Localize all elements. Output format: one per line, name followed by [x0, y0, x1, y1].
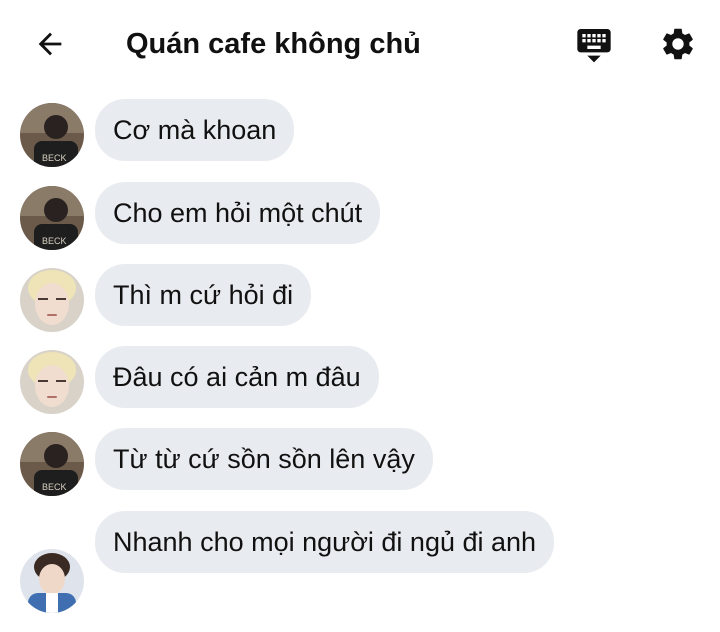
gear-icon — [663, 28, 693, 60]
keyboard-icon — [577, 29, 611, 63]
keyboard-button[interactable] — [570, 22, 618, 66]
message-bubble[interactable]: Cho em hỏi một chút — [95, 182, 381, 244]
message-row: BECK Từ từ cứ sồn sồn lên vậy — [0, 428, 720, 496]
arrow-left-icon — [38, 32, 62, 56]
avatar[interactable] — [20, 268, 84, 332]
message-bubble[interactable]: Thì m cứ hỏi đi — [95, 264, 312, 326]
svg-text:BECK: BECK — [42, 482, 67, 492]
message-row: BECK Cho em hỏi một chút — [0, 182, 720, 250]
avatar[interactable]: BECK — [20, 432, 84, 496]
svg-text:BECK: BECK — [42, 153, 67, 163]
settings-button[interactable] — [654, 22, 702, 66]
avatar[interactable]: BECK — [20, 103, 84, 167]
avatar[interactable] — [20, 549, 84, 613]
message-row: Nhanh cho mọi người đi ngủ đi anh — [0, 511, 720, 613]
message-bubble[interactable]: Nhanh cho mọi người đi ngủ đi anh — [95, 511, 555, 573]
message-bubble[interactable]: Đâu có ai cản m đâu — [95, 346, 379, 408]
message-bubble[interactable]: Cơ mà khoan — [95, 99, 295, 161]
avatar[interactable]: BECK — [20, 186, 84, 250]
chat-title: Quán cafe không chủ — [126, 28, 421, 60]
svg-text:BECK: BECK — [42, 236, 67, 246]
message-row: Đâu có ai cản m đâu — [0, 346, 720, 414]
avatar[interactable] — [20, 350, 84, 414]
message-bubble[interactable]: Từ từ cứ sồn sồn lên vậy — [95, 428, 433, 490]
back-button[interactable] — [28, 24, 72, 64]
message-row: BECK Cơ mà khoan — [0, 99, 720, 167]
message-row: Thì m cứ hỏi đi — [0, 264, 720, 332]
chat-header: Quán cafe không chủ — [0, 0, 720, 88]
message-list[interactable]: BECK Cơ mà khoan BECK Cho em hỏi một chú… — [0, 88, 720, 632]
